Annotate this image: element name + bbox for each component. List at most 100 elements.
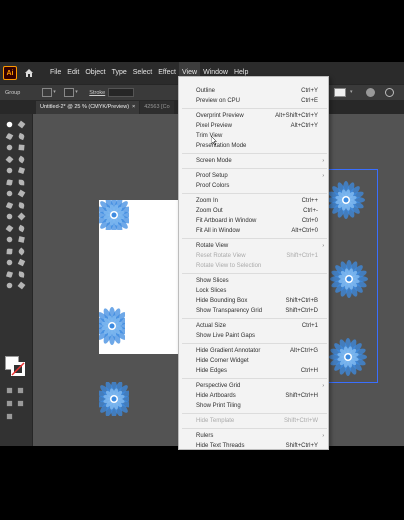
hand-icon[interactable] <box>17 270 26 279</box>
curvature-icon[interactable] <box>17 143 26 152</box>
menu-item-shortcut: Ctrl+1 <box>301 323 318 329</box>
tab-label: Untitled-2* @ 25 % (CMYK/Preview) <box>40 104 130 110</box>
none-mode-icon[interactable] <box>5 399 14 408</box>
menu-item-fit-all-in-window[interactable]: Fit All in Window Alt+Ctrl+0 <box>179 226 328 236</box>
menu-item-zoom-out[interactable]: Zoom Out Ctrl+- <box>179 206 328 216</box>
chevron-down-icon[interactable]: ▾ <box>53 88 61 97</box>
line-segment-icon[interactable] <box>17 155 26 164</box>
menu-item-show-print-tiling[interactable]: Show Print Tiling <box>179 401 328 411</box>
paintbrush-icon[interactable] <box>17 166 26 175</box>
menu-item-actual-size[interactable]: Actual Size Ctrl+1 <box>179 321 328 331</box>
shape-builder-icon[interactable] <box>17 212 26 221</box>
menu-type[interactable]: Type <box>109 62 130 84</box>
menu-item-hide-edges[interactable]: Hide Edges Ctrl+H <box>179 366 328 376</box>
menu-item-preview-on-cpu[interactable]: Preview on CPU Ctrl+E <box>179 96 328 106</box>
menu-item-label: Fit Artboard in Window <box>196 218 257 224</box>
draw-mode-icon[interactable] <box>16 399 25 408</box>
blend-icon[interactable] <box>5 247 14 256</box>
recolor-icon[interactable] <box>366 88 375 97</box>
menu-item-screen-mode[interactable]: Screen Mode › <box>179 156 328 166</box>
type-icon[interactable] <box>5 155 14 164</box>
menu-item-shortcut: Ctrl+- <box>303 208 318 214</box>
menu-item-rulers[interactable]: Rulers › <box>179 431 328 441</box>
menu-item-show-transparency-grid[interactable]: Show Transparency Grid Shift+Ctrl+D <box>179 306 328 316</box>
globe-icon[interactable] <box>385 88 394 97</box>
menu-select[interactable]: Select <box>130 62 155 84</box>
menu-separator <box>182 273 327 274</box>
chevron-down-icon[interactable]: ▾ <box>75 88 83 97</box>
menu-item-label: Rulers <box>196 433 214 439</box>
pencil-icon[interactable] <box>17 178 26 187</box>
close-icon[interactable]: × <box>132 104 135 110</box>
tab-untitled-2[interactable]: Untitled-2* @ 25 % (CMYK/Preview) × <box>36 101 140 114</box>
menu-item-hide-gradient-annotator[interactable]: Hide Gradient Annotator Alt+Ctrl+G <box>179 346 328 356</box>
perspective-grid-icon[interactable] <box>5 224 14 233</box>
menu-separator <box>182 413 327 414</box>
fill-swatch[interactable] <box>42 88 53 97</box>
mesh-icon[interactable] <box>17 224 26 233</box>
scale-icon[interactable] <box>5 201 14 210</box>
stroke-label[interactable]: Stroke <box>89 90 105 96</box>
menu-item-rotate-view[interactable]: Rotate View › <box>179 241 328 251</box>
tab-label: 42563 [Co <box>144 104 170 110</box>
mouse-cursor-icon <box>211 136 217 145</box>
gradient-mode-icon[interactable] <box>16 386 25 395</box>
stroke-weight-input[interactable] <box>108 88 135 97</box>
menu-item-hide-artboards[interactable]: Hide Artboards Shift+Ctrl+H <box>179 391 328 401</box>
menu-item-hide-corner-widget[interactable]: Hide Corner Widget <box>179 356 328 366</box>
menu-item-proof-colors[interactable]: Proof Colors <box>179 181 328 191</box>
menu-separator <box>182 343 327 344</box>
menu-item-proof-setup[interactable]: Proof Setup › <box>179 171 328 181</box>
menu-item-hide-bounding-box[interactable]: Hide Bounding Box Shift+Ctrl+B <box>179 296 328 306</box>
menu-item-label: Zoom Out <box>196 208 223 214</box>
menu-item-perspective-grid[interactable]: Perspective Grid › <box>179 381 328 391</box>
menu-item-label: Lock Slices <box>196 288 227 294</box>
gradient-icon[interactable] <box>5 235 14 244</box>
menu-item-fit-artboard-in-window[interactable]: Fit Artboard in Window Ctrl+0 <box>179 216 328 226</box>
menu-item-hide-text-threads[interactable]: Hide Text Threads Shift+Ctrl+Y <box>179 441 328 449</box>
magic-wand-icon[interactable] <box>5 132 14 141</box>
menu-object[interactable]: Object <box>82 62 108 84</box>
tab-42563[interactable]: 42563 [Co <box>140 101 174 114</box>
menu-effect[interactable]: Effect <box>155 62 179 84</box>
menu-item-outline[interactable]: Outline Ctrl+Y <box>179 86 328 96</box>
style-swatch[interactable] <box>334 88 346 97</box>
chevron-right-icon: › <box>322 173 324 179</box>
rectangle-icon[interactable] <box>5 166 14 175</box>
color-mode-icon[interactable] <box>5 386 14 395</box>
menu-separator <box>182 378 327 379</box>
menu-item-presentation-mode[interactable]: Presentation Mode <box>179 141 328 151</box>
menu-item-label: Pixel Preview <box>196 123 233 129</box>
edit-toolbar-icon[interactable] <box>17 281 26 290</box>
eraser-icon[interactable] <box>5 189 14 198</box>
menu-separator <box>182 153 327 154</box>
symbol-sprayer-icon[interactable] <box>17 247 26 256</box>
menu-item-trim-view[interactable]: Trim View <box>179 131 328 141</box>
menu-item-label: Reset Rotate View <box>196 253 246 259</box>
direct-selection-tool-icon[interactable] <box>17 120 26 129</box>
free-transform-icon[interactable] <box>5 212 14 221</box>
artboard-icon[interactable] <box>17 258 26 267</box>
menu-item-show-slices[interactable]: Show Slices <box>179 276 328 286</box>
slice-icon[interactable] <box>5 270 14 279</box>
menu-item-lock-slices[interactable]: Lock Slices <box>179 286 328 296</box>
pen-icon[interactable] <box>5 143 14 152</box>
menu-item-zoom-in[interactable]: Zoom In Ctrl++ <box>179 196 328 206</box>
stroke-swatch[interactable] <box>64 88 75 97</box>
column-graph-icon[interactable] <box>5 258 14 267</box>
menu-item-show-live-paint-gaps[interactable]: Show Live Paint Gaps <box>179 331 328 341</box>
home-icon[interactable] <box>23 67 35 79</box>
shaper-icon[interactable] <box>5 178 14 187</box>
eyedropper-icon[interactable] <box>17 235 26 244</box>
screen-mode-icon[interactable] <box>5 412 14 421</box>
rotate-icon[interactable] <box>17 189 26 198</box>
menu-item-overprint-preview[interactable]: Overprint Preview Alt+Shift+Ctrl+Y <box>179 111 328 121</box>
lasso-icon[interactable] <box>17 132 26 141</box>
menu-edit[interactable]: Edit <box>64 62 82 84</box>
selection-tool-icon[interactable] <box>5 120 14 129</box>
zoom-icon[interactable] <box>5 281 14 290</box>
chevron-down-icon[interactable]: ▾ <box>350 88 358 97</box>
menu-item-pixel-preview[interactable]: Pixel Preview Alt+Ctrl+Y <box>179 121 328 131</box>
width-icon[interactable] <box>17 201 26 210</box>
menu-file[interactable]: File <box>47 62 64 84</box>
